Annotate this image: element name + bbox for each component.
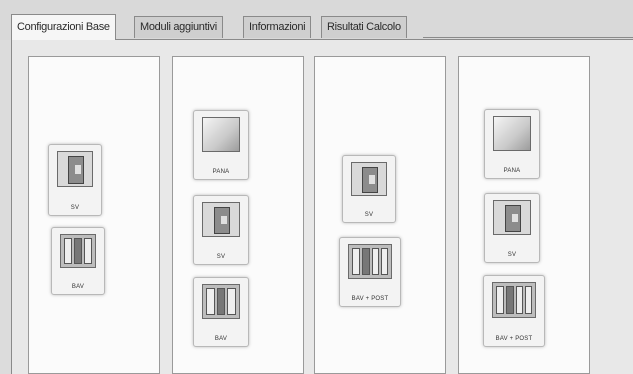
module-label: PANA bbox=[503, 168, 521, 174]
module-label: BAV bbox=[214, 336, 228, 342]
module-bav[interactable]: BAV bbox=[51, 227, 105, 295]
tab-moduli-aggiuntivi[interactable]: Moduli aggiuntivi bbox=[134, 16, 223, 38]
module-label: SV bbox=[507, 252, 517, 258]
configuration-panel-1[interactable]: SV BAV bbox=[28, 56, 160, 374]
sv-module-icon bbox=[57, 151, 93, 188]
module-bav-post[interactable]: BAV + POST bbox=[339, 237, 401, 307]
module-pana[interactable]: PANA bbox=[484, 109, 540, 179]
module-pana[interactable]: PANA bbox=[193, 110, 249, 180]
module-label: SV bbox=[216, 254, 226, 260]
tab-risultati-calcolo[interactable]: Risultati Calcolo bbox=[321, 16, 407, 38]
configuration-panel-3[interactable]: SV BAV + POST bbox=[314, 56, 446, 374]
tab-bar: Configurazioni Base Moduli aggiuntivi In… bbox=[0, 0, 633, 40]
module-label: BAV + POST bbox=[495, 336, 533, 342]
module-sv[interactable]: SV bbox=[48, 144, 102, 216]
module-label: PANA bbox=[212, 169, 230, 175]
sv-module-icon bbox=[493, 200, 531, 236]
pana-module-icon bbox=[202, 117, 240, 153]
module-label: BAV + POST bbox=[351, 296, 389, 302]
bav-post-module-icon bbox=[492, 282, 536, 319]
configuration-panel-2[interactable]: PANA SV BAV bbox=[172, 56, 304, 374]
bav-post-module-icon bbox=[348, 244, 392, 280]
tab-configurazioni-base[interactable]: Configurazioni Base bbox=[11, 14, 116, 40]
bav-module-icon bbox=[202, 284, 240, 320]
module-label: BAV bbox=[71, 284, 85, 290]
module-bav-post[interactable]: BAV + POST bbox=[483, 275, 545, 347]
module-sv[interactable]: SV bbox=[484, 193, 540, 263]
module-sv[interactable]: SV bbox=[342, 155, 396, 223]
bav-module-icon bbox=[60, 234, 96, 269]
configuration-panel-4[interactable]: PANA SV BAV + POST bbox=[458, 56, 590, 374]
module-sv[interactable]: SV bbox=[193, 195, 249, 265]
tab-divider bbox=[423, 37, 633, 38]
tab-informazioni[interactable]: Informazioni bbox=[243, 16, 312, 38]
module-label: SV bbox=[70, 205, 80, 211]
sv-module-icon bbox=[351, 162, 387, 197]
pana-module-icon bbox=[493, 116, 531, 152]
module-bav[interactable]: BAV bbox=[193, 277, 249, 347]
module-label: SV bbox=[364, 212, 374, 218]
sv-module-icon bbox=[202, 202, 240, 238]
